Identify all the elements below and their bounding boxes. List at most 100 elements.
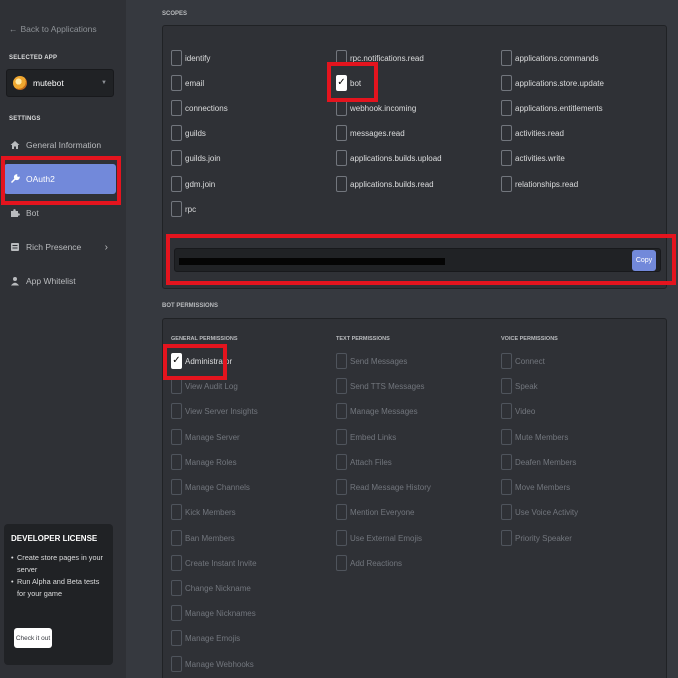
scope-label: identify: [185, 53, 211, 63]
scope-applications-builds-upload-checkbox[interactable]: applications.builds.upload: [336, 150, 442, 166]
nav-oauth2[interactable]: OAuth2: [4, 164, 116, 194]
scope-label: activities.write: [515, 153, 565, 163]
perm-manage-nicknames-checkbox[interactable]: Manage Nicknames: [171, 605, 256, 621]
perm-use-external-emojis-checkbox[interactable]: Use External Emojis: [336, 530, 422, 546]
checkbox-box: [171, 176, 182, 192]
back-to-applications-link[interactable]: ← Back to Applications: [9, 24, 97, 34]
scope-gdm-join-checkbox[interactable]: gdm.join: [171, 176, 215, 192]
perm-send-tts-messages-checkbox[interactable]: Send TTS Messages: [336, 378, 425, 394]
perm-ban-members-checkbox[interactable]: Ban Members: [171, 530, 235, 546]
perm-label: Priority Speaker: [515, 533, 572, 543]
checkbox-box: [171, 150, 182, 166]
perm-label: Manage Server: [185, 432, 240, 442]
scope-applications-entitlements-checkbox[interactable]: applications.entitlements: [501, 100, 603, 116]
perm-view-audit-log-checkbox[interactable]: View Audit Log: [171, 378, 238, 394]
nav-bot[interactable]: Bot: [4, 198, 116, 228]
perm-label: Use Voice Activity: [515, 507, 579, 517]
checkbox-box: [171, 50, 182, 66]
checkbox-box: [336, 530, 347, 546]
scope-activities-write-checkbox[interactable]: activities.write: [501, 150, 565, 166]
scope-label: bot: [350, 78, 362, 88]
app-name: mutebot: [33, 78, 64, 88]
scope-guilds-checkbox[interactable]: guilds: [171, 125, 206, 141]
scope-relationships-read-checkbox[interactable]: relationships.read: [501, 176, 578, 192]
checkbox-box: [501, 50, 512, 66]
perm-view-server-insights-checkbox[interactable]: View Server Insights: [171, 403, 258, 419]
scope-applications-builds-read-checkbox[interactable]: applications.builds.read: [336, 176, 434, 192]
checkbox-box: [171, 656, 182, 672]
perm-manage-messages-checkbox[interactable]: Manage Messages: [336, 403, 418, 419]
scope-label: connections: [185, 103, 228, 113]
scope-messages-read-checkbox[interactable]: messages.read: [336, 125, 405, 141]
perm-use-voice-activity-checkbox[interactable]: Use Voice Activity: [501, 504, 578, 520]
perm-label: Send Messages: [350, 356, 408, 366]
perm-send-messages-checkbox[interactable]: Send Messages: [336, 353, 407, 369]
scope-connections-checkbox[interactable]: connections: [171, 100, 228, 116]
perm-label: View Server Insights: [185, 406, 258, 416]
scope-rpc-notifications-read-checkbox[interactable]: rpc.notifications.read: [336, 50, 424, 66]
nav-label: Bot: [26, 208, 39, 218]
perm-mute-members-checkbox[interactable]: Mute Members: [501, 429, 568, 445]
perm-speak-checkbox[interactable]: Speak: [501, 378, 538, 394]
perm-manage-webhooks-checkbox[interactable]: Manage Webhooks: [171, 656, 254, 672]
developer-license-title: DEVELOPER LICENSE: [11, 534, 98, 543]
perm-move-members-checkbox[interactable]: Move Members: [501, 479, 570, 495]
checkmark-icon: ✓: [337, 77, 346, 88]
checkbox-box: [336, 378, 347, 394]
scope-webhook-incoming-checkbox[interactable]: webhook.incoming: [336, 100, 416, 116]
perm-change-nickname-checkbox[interactable]: Change Nickname: [171, 580, 251, 596]
scope-applications-commands-checkbox[interactable]: applications.commands: [501, 50, 599, 66]
perm-mention-everyone-checkbox[interactable]: Mention Everyone: [336, 504, 414, 520]
perm-label: Mute Members: [515, 432, 569, 442]
checkbox-box: [336, 479, 347, 495]
checkbox-box: [501, 530, 512, 546]
app-select[interactable]: mutebot ▼: [6, 69, 114, 97]
perm-manage-roles-checkbox[interactable]: Manage Roles: [171, 454, 237, 470]
scope-bot-checkbox[interactable]: ✓ bot: [336, 75, 361, 91]
scope-applications-store-update-checkbox[interactable]: applications.store.update: [501, 75, 604, 91]
checkbox-box: [501, 353, 512, 369]
perm-add-reactions-checkbox[interactable]: Add Reactions: [336, 555, 402, 571]
perm-embed-links-checkbox[interactable]: Embed Links: [336, 429, 396, 445]
perm-manage-server-checkbox[interactable]: Manage Server: [171, 429, 240, 445]
perm-connect-checkbox[interactable]: Connect: [501, 353, 545, 369]
checkbox-box: [501, 176, 512, 192]
oauth-url-field[interactable]: Copy: [174, 248, 661, 272]
scope-activities-read-checkbox[interactable]: activities.read: [501, 125, 564, 141]
scope-email-checkbox[interactable]: email: [171, 75, 204, 91]
nav-app-whitelist[interactable]: App Whitelist: [4, 266, 116, 296]
scope-label: guilds.join: [185, 153, 221, 163]
perm-manage-emojis-checkbox[interactable]: Manage Emojis: [171, 630, 240, 646]
perm-create-instant-invite-checkbox[interactable]: Create Instant Invite: [171, 555, 257, 571]
perm-priority-speaker-checkbox[interactable]: Priority Speaker: [501, 530, 572, 546]
perm-label: Video: [515, 406, 536, 416]
checkbox-box: [336, 504, 347, 520]
perm-kick-members-checkbox[interactable]: Kick Members: [171, 504, 236, 520]
nav-general-information[interactable]: General Information: [4, 130, 116, 160]
checkbox-box: [171, 454, 182, 470]
perm-label: Send TTS Messages: [350, 381, 425, 391]
nav-rich-presence[interactable]: Rich Presence ›: [4, 232, 116, 262]
perm-label: Administrator: [185, 356, 233, 366]
bot-permissions-panel: GENERAL PERMISSIONS TEXT PERMISSIONS VOI…: [162, 318, 667, 678]
perm-label: Mention Everyone: [350, 507, 415, 517]
perm-deafen-members-checkbox[interactable]: Deafen Members: [501, 454, 576, 470]
perm-manage-channels-checkbox[interactable]: Manage Channels: [171, 479, 250, 495]
scope-label: gdm.join: [185, 179, 216, 189]
scope-label: email: [185, 78, 205, 88]
perm-administrator-checkbox[interactable]: ✓ Administrator: [171, 353, 232, 369]
perm-read-message-history-checkbox[interactable]: Read Message History: [336, 479, 431, 495]
checkbox-box: [171, 530, 182, 546]
nav-label: OAuth2: [26, 174, 55, 184]
scope-guilds-join-checkbox[interactable]: guilds.join: [171, 150, 221, 166]
checkbox-box: [171, 555, 182, 571]
perm-video-checkbox[interactable]: Video: [501, 403, 535, 419]
copy-button[interactable]: Copy: [632, 250, 656, 271]
scope-rpc-checkbox[interactable]: rpc: [171, 201, 196, 217]
app-avatar: [13, 76, 27, 90]
perm-label: Manage Webhooks: [185, 659, 254, 669]
scope-identify-checkbox[interactable]: identify: [171, 50, 210, 66]
check-it-out-button[interactable]: Check it out: [14, 628, 52, 648]
checkbox-box: [171, 479, 182, 495]
perm-attach-files-checkbox[interactable]: Attach Files: [336, 454, 392, 470]
